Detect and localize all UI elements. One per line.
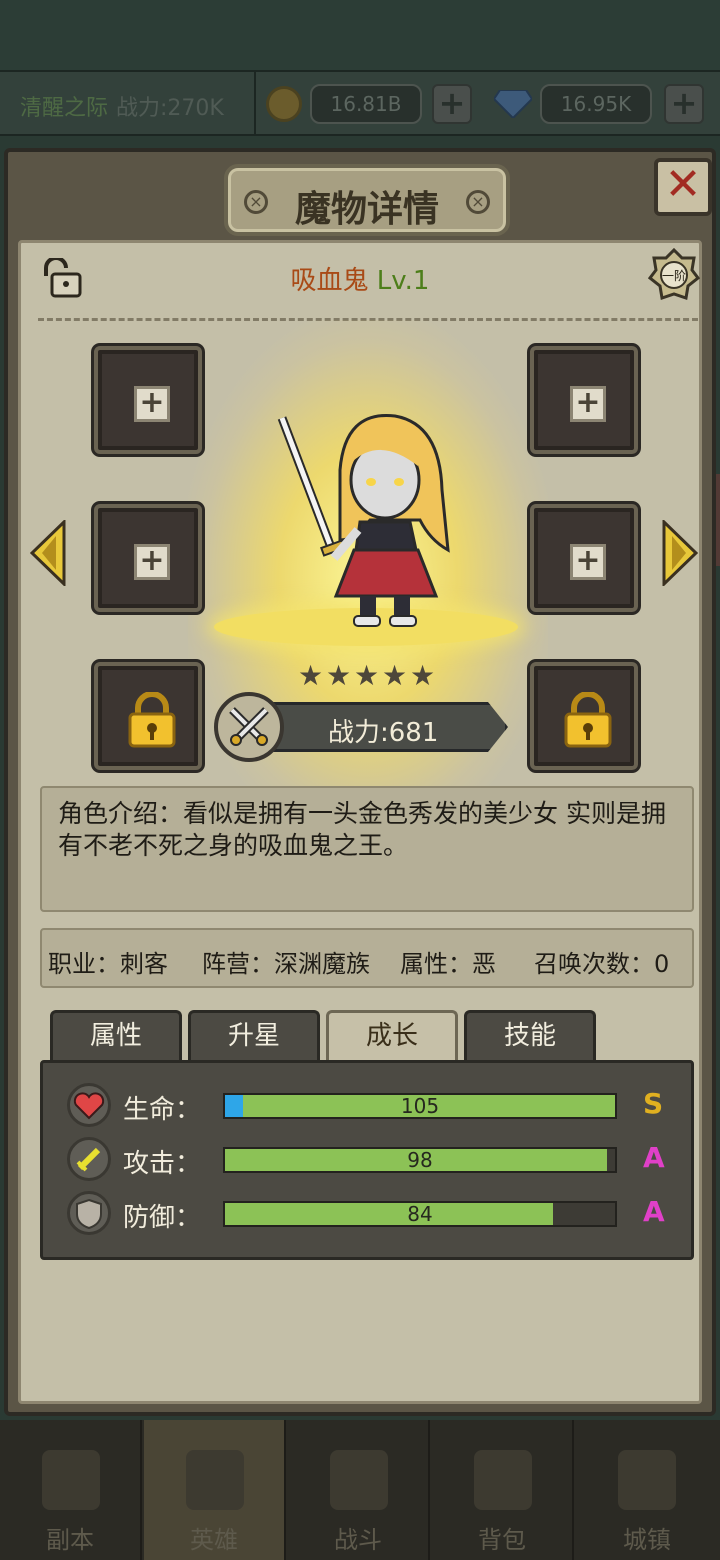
star-icon: ★ bbox=[298, 659, 324, 692]
locked-slot[interactable] bbox=[530, 662, 638, 770]
locked-slot[interactable] bbox=[94, 662, 202, 770]
attack-growth-value: 98 bbox=[407, 1148, 433, 1172]
diamond-icon bbox=[494, 90, 532, 118]
next-monster-arrow-icon[interactable] bbox=[662, 520, 698, 586]
nav-label: 副本 bbox=[46, 1526, 94, 1554]
tab-star-up[interactable]: 升星 bbox=[188, 1010, 320, 1062]
dialog-title-plate: × 魔物详情 × bbox=[224, 164, 510, 236]
add-equipment-button[interactable]: + bbox=[134, 544, 170, 580]
backpack-icon bbox=[474, 1450, 532, 1510]
crossed-swords-icon bbox=[214, 692, 284, 762]
nav-label: 背包 bbox=[478, 1526, 526, 1554]
add-equipment-button[interactable]: + bbox=[570, 386, 606, 422]
add-gems-button[interactable]: + bbox=[664, 84, 704, 124]
stat-label-hp: 生命： bbox=[123, 1095, 202, 1125]
nav-town[interactable]: 城镇 bbox=[576, 1420, 718, 1560]
character-info-row: 职业：刺客 阵营：深渊魔族 属性：恶 召唤次数：0 bbox=[40, 928, 694, 988]
player-power: 战力:270K bbox=[116, 96, 224, 121]
close-button[interactable]: ✕ bbox=[654, 158, 712, 216]
padlock-icon bbox=[128, 692, 176, 748]
hp-growth-value: 105 bbox=[400, 1094, 440, 1118]
tab-growth[interactable]: 成长 bbox=[326, 1010, 458, 1062]
shop-icon bbox=[618, 1450, 676, 1510]
camp-info: 阵营：深渊魔族 bbox=[202, 950, 370, 978]
equip-slot[interactable]: + bbox=[94, 346, 202, 454]
attack-grade: A bbox=[643, 1141, 665, 1174]
resource-bar: 清醒之际 战力:270K 16.81B + 16.95K + bbox=[0, 70, 720, 136]
star-icon: ★ bbox=[410, 659, 436, 692]
star-rating: ★ ★ ★ ★ ★ bbox=[298, 662, 438, 690]
defense-grade: A bbox=[643, 1195, 665, 1228]
attack-growth-bar: 98 bbox=[223, 1147, 617, 1173]
character-intro-box: 角色介绍：看似是拥有一头金色秀发的美少女 实则是拥有不老不死之身的吸血鬼之王。 bbox=[40, 786, 694, 912]
shield-icon bbox=[67, 1191, 111, 1235]
helmet-icon bbox=[186, 1450, 244, 1510]
gem-amount: 16.95K bbox=[540, 84, 652, 124]
defense-growth-value: 84 bbox=[407, 1202, 433, 1226]
sword-icon bbox=[67, 1137, 111, 1181]
rank-badge-text: 一阶 bbox=[662, 269, 686, 283]
gold-coin-icon bbox=[266, 86, 302, 122]
bottom-nav: 副本 英雄 战斗 背包 城镇 bbox=[0, 1420, 720, 1560]
hp-grade: S bbox=[643, 1087, 664, 1120]
nav-dungeon[interactable]: 副本 bbox=[0, 1420, 142, 1560]
background-scene bbox=[0, 0, 720, 70]
monster-name-row: 吸血鬼 Lv.1 bbox=[8, 260, 712, 297]
rank-badge[interactable]: 一阶 bbox=[648, 248, 700, 300]
crossed-swords-icon bbox=[330, 1450, 388, 1510]
growth-stats-panel: 生命： 105 S 攻击： 98 A 防御： 84 A bbox=[40, 1060, 694, 1260]
stat-label-attack: 攻击： bbox=[123, 1149, 202, 1179]
server-name: 清醒之际 bbox=[20, 96, 109, 121]
dialog-title: 魔物详情 bbox=[294, 189, 439, 230]
nav-battle[interactable]: 战斗 bbox=[288, 1420, 430, 1560]
nav-label: 英雄 bbox=[190, 1526, 238, 1554]
monster-detail-dialog: × 魔物详情 × ✕ 吸血鬼 Lv.1 一阶 + + + + ★ ★ ★ ★ ★… bbox=[4, 148, 716, 1416]
nav-heroes[interactable]: 英雄 bbox=[144, 1420, 286, 1560]
nav-label: 城镇 bbox=[623, 1526, 671, 1554]
attribute-info: 属性：恶 bbox=[400, 950, 496, 978]
nav-bag[interactable]: 背包 bbox=[432, 1420, 574, 1560]
padlock-icon bbox=[564, 692, 612, 748]
star-icon: ★ bbox=[326, 659, 352, 692]
gold-amount: 16.81B bbox=[310, 84, 422, 124]
stat-label-defense: 防御： bbox=[123, 1203, 202, 1233]
map-icon bbox=[42, 1450, 100, 1510]
add-equipment-button[interactable]: + bbox=[134, 386, 170, 422]
heart-icon bbox=[67, 1083, 111, 1127]
hp-growth-bar: 105 bbox=[223, 1093, 617, 1119]
character-intro: 角色介绍：看似是拥有一头金色秀发的美少女 实则是拥有不老不死之身的吸血鬼之王。 bbox=[58, 799, 666, 860]
monster-level: Lv.1 bbox=[376, 266, 430, 296]
add-equipment-button[interactable]: + bbox=[570, 544, 606, 580]
star-icon: ★ bbox=[354, 659, 380, 692]
equip-slot[interactable]: + bbox=[530, 504, 638, 612]
tab-skills[interactable]: 技能 bbox=[464, 1010, 596, 1062]
defense-growth-bar: 84 bbox=[223, 1201, 617, 1227]
nav-label: 战斗 bbox=[334, 1526, 382, 1554]
divider bbox=[254, 72, 256, 134]
bolt-icon: × bbox=[466, 190, 490, 214]
tab-attributes[interactable]: 属性 bbox=[50, 1010, 182, 1062]
combat-power-value: 战力:681 bbox=[328, 718, 439, 748]
vampire-character-sprite bbox=[277, 413, 450, 627]
previous-monster-arrow-icon[interactable] bbox=[30, 520, 66, 586]
equip-slot[interactable]: + bbox=[530, 346, 638, 454]
add-gold-button[interactable]: + bbox=[432, 84, 472, 124]
summon-count-info: 召唤次数：0 bbox=[534, 950, 670, 978]
job-info: 职业：刺客 bbox=[48, 950, 168, 978]
equip-slot[interactable]: + bbox=[94, 504, 202, 612]
star-icon: ★ bbox=[382, 659, 408, 692]
monster-name: 吸血鬼 bbox=[290, 266, 369, 296]
